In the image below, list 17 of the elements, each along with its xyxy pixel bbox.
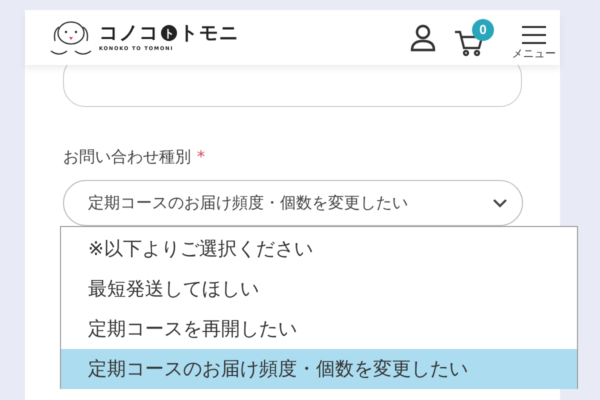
account-button[interactable]: [410, 24, 436, 52]
menu-button[interactable]: メニュー: [512, 24, 556, 60]
dropdown-option[interactable]: 定期コースを再開したい: [61, 309, 577, 349]
dropdown-option[interactable]: 最短発送してほしい: [61, 269, 577, 309]
dropdown-option[interactable]: 定期コースのお届け頻度・個数を変更したい: [61, 349, 577, 389]
logo-mark: ト: [161, 25, 177, 41]
text-field[interactable]: [63, 65, 522, 107]
dropdown-option[interactable]: ※以下よりご選択ください: [61, 229, 577, 269]
required-mark: *: [197, 147, 205, 166]
person-icon: [410, 24, 436, 52]
logo-text: トモニ: [179, 24, 239, 42]
logo-text: コノコ: [99, 24, 159, 42]
menu-icon: [522, 24, 546, 44]
caret-icon: [492, 198, 508, 208]
field-label: お問い合わせ種別: [63, 147, 191, 166]
cart-count-badge: 0: [472, 18, 494, 40]
inquiry-type-select[interactable]: 定期コースのお届け頻度・個数を変更したい: [63, 180, 523, 226]
